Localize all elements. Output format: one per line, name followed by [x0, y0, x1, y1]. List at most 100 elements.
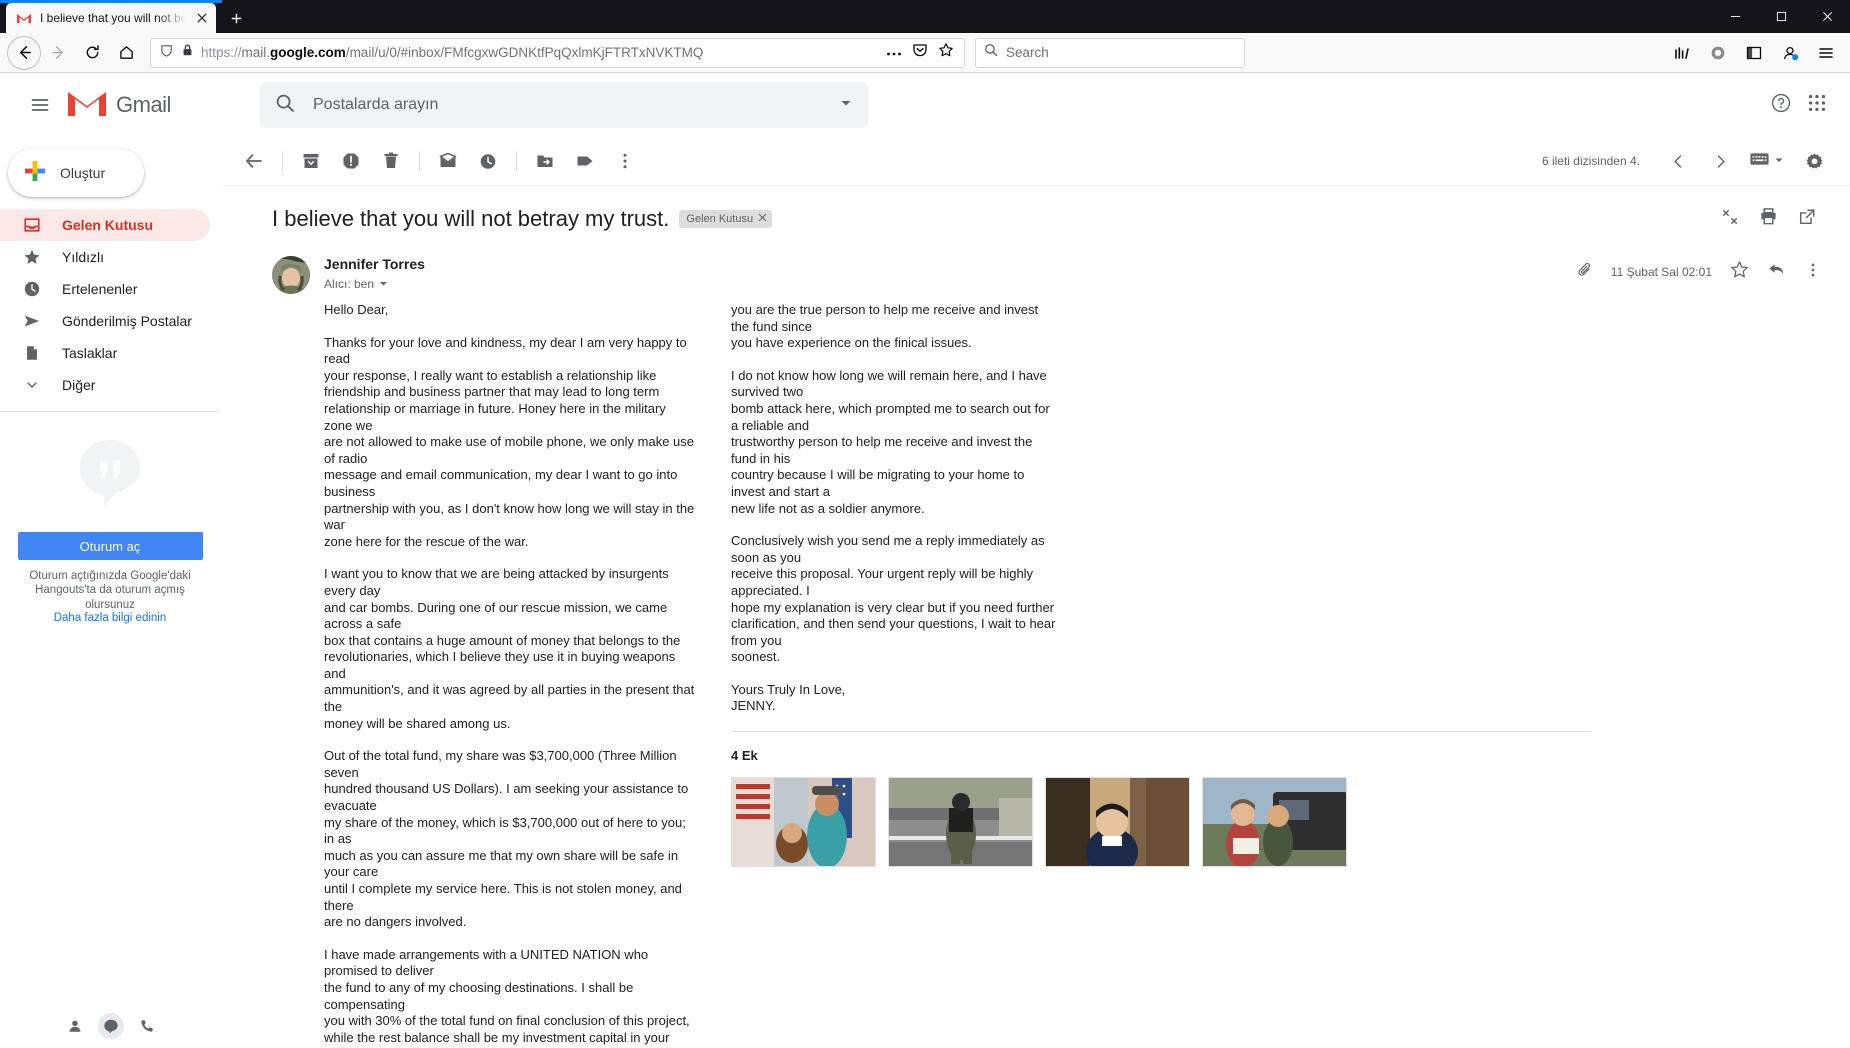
sidebar-item-starred[interactable]: Yıldızlı [0, 241, 210, 273]
hangouts-signin-label: Oturum aç [79, 538, 141, 554]
message-paragraph: I want you to know that we are being att… [324, 566, 695, 731]
chevron-down-icon [22, 377, 42, 393]
sidebar-item-drafts[interactable]: Taslaklar [0, 337, 210, 369]
forward-arrow-icon[interactable] [42, 37, 74, 69]
pocket-icon[interactable] [912, 42, 928, 63]
hangouts-chat-icon[interactable] [98, 1013, 124, 1039]
new-tab-button[interactable] [220, 3, 252, 33]
move-to-folder-button[interactable] [525, 141, 565, 181]
sidebar-item-more[interactable]: Diğer [0, 369, 210, 401]
labels-button[interactable] [565, 141, 605, 181]
collapse-all-icon[interactable] [1721, 208, 1739, 231]
sidebar-icon[interactable] [1738, 37, 1770, 69]
message-scroll-area[interactable]: I believe that you will not betray my tr… [220, 185, 1850, 1048]
print-icon[interactable] [1759, 207, 1778, 231]
main-menu-icon[interactable] [16, 81, 64, 129]
message-content: I believe that you will not betray my tr… [220, 186, 1850, 1048]
apps-grid-icon[interactable] [1806, 92, 1828, 119]
gmail-header: Gmail Postalarda arayın [0, 73, 1850, 137]
ellipsis-icon[interactable] [886, 44, 902, 62]
hangouts-signin-button[interactable]: Oturum aç [17, 532, 203, 560]
window-close-icon[interactable] [1804, 0, 1850, 33]
settings-gear-icon[interactable] [1794, 141, 1834, 181]
phone-icon[interactable] [134, 1013, 160, 1039]
back-to-inbox-button[interactable] [234, 141, 274, 181]
report-spam-button[interactable] [331, 141, 371, 181]
plus-icon [22, 158, 48, 189]
extension-shield-icon[interactable] [1702, 37, 1734, 69]
home-icon[interactable] [110, 37, 142, 69]
draft-icon [22, 344, 42, 362]
remove-label-close-icon[interactable] [758, 213, 767, 225]
reply-arrow-icon[interactable] [1767, 260, 1786, 284]
account-icon[interactable] [1774, 37, 1806, 69]
message-header-actions: 11 Şubat Sal 02:01 [1577, 256, 1822, 284]
compose-label: Oluştur [60, 165, 106, 181]
browser-navbar-right-actions [1666, 37, 1842, 69]
delete-button[interactable] [371, 141, 411, 181]
previous-thread-button[interactable] [1658, 141, 1698, 181]
shield-icon[interactable] [159, 43, 174, 63]
minimize-icon[interactable] [1712, 0, 1758, 33]
gmail-search-input[interactable]: Postalarda arayın [313, 96, 821, 114]
attachment-thumbnail[interactable] [888, 776, 1033, 867]
attachment-thumbnail[interactable] [1045, 776, 1190, 867]
mark-unread-button[interactable] [428, 141, 468, 181]
page-title: I believe that you will not betray my tr… [272, 206, 670, 231]
star-icon[interactable] [938, 42, 954, 63]
gmail-logo[interactable]: Gmail [66, 87, 223, 124]
back-arrow-icon[interactable] [8, 37, 40, 69]
inbox-icon [22, 216, 42, 234]
attachments-row [731, 776, 1591, 867]
subject-row: I believe that you will not betray my tr… [272, 206, 1822, 232]
hangouts-panel: Oturum aç Oturum açtığınızda Google'daki… [0, 412, 220, 624]
sidebar-item-snoozed[interactable]: Ertelenenler [0, 273, 210, 305]
star-icon[interactable] [1730, 260, 1749, 284]
clock-icon [22, 280, 42, 298]
help-icon[interactable] [1770, 92, 1792, 119]
browser-tab-title: I believe that you will not betray [40, 11, 186, 25]
archive-button[interactable] [291, 141, 331, 181]
attachments-title: 4 Ek [731, 748, 758, 764]
message-header: Jennifer Torres Alıcı: ben 11 Şubat Sal … [272, 256, 1822, 294]
gmail-body: Oluştur Gelen Kutusu Yıldızlı Ertelenenl… [0, 137, 1850, 1048]
browser-tab-strip: I believe that you will not betray [0, 0, 1850, 33]
urlbar-action-icons [886, 42, 956, 63]
message-body: Hello Dear, Thanks for your love and kin… [272, 302, 1822, 1048]
hangouts-learn-more-link[interactable]: Daha fazla bilgi edinin [54, 612, 167, 624]
open-in-new-window-icon[interactable] [1798, 208, 1816, 231]
recipient-row[interactable]: Alıcı: ben [324, 277, 425, 291]
lock-icon[interactable] [181, 43, 194, 62]
url-bar[interactable]: https://mail.google.com/mail/u/0/#inbox/… [150, 37, 965, 68]
message-paragraph: Thanks for your love and kindness, my de… [324, 334, 695, 549]
contacts-person-icon[interactable] [62, 1013, 88, 1039]
attachment-thumbnail[interactable] [1202, 776, 1347, 867]
search-options-chevron-down-icon[interactable] [839, 96, 853, 115]
url-domain: google.com [270, 45, 346, 60]
gmail-search-bar[interactable]: Postalarda arayın [259, 82, 869, 128]
message-paragraph: you are the true person to help me recei… [731, 302, 1039, 351]
browser-tab[interactable]: I believe that you will not betray [6, 3, 216, 33]
sidebar-item-sent[interactable]: Gönderilmiş Postalar [0, 305, 210, 337]
toolbar-divider [419, 151, 420, 171]
reload-icon[interactable] [76, 37, 108, 69]
close-icon[interactable] [194, 10, 210, 26]
input-tools-selector[interactable] [1742, 152, 1792, 171]
library-icon[interactable] [1666, 37, 1698, 69]
sidebar-item-label: Ertelenenler [62, 281, 138, 297]
browser-search-bar[interactable]: Search [975, 37, 1245, 68]
more-vertical-icon[interactable] [1804, 261, 1822, 284]
snooze-button[interactable] [468, 141, 508, 181]
hamburger-menu-icon[interactable] [1810, 37, 1842, 69]
url-scheme: https:// [201, 45, 242, 60]
avatar[interactable] [272, 256, 310, 294]
sidebar-item-inbox[interactable]: Gelen Kutusu [0, 209, 210, 241]
attachment-thumbnail[interactable] [731, 776, 876, 867]
keyboard-icon [1750, 152, 1769, 171]
more-options-button[interactable] [605, 141, 645, 181]
browser-search-input[interactable]: Search [1006, 45, 1049, 60]
compose-button[interactable]: Oluştur [8, 149, 144, 197]
maximize-icon[interactable] [1758, 0, 1804, 33]
next-thread-button[interactable] [1700, 141, 1740, 181]
label-chip-inbox[interactable]: Gelen Kutusu [679, 210, 773, 228]
